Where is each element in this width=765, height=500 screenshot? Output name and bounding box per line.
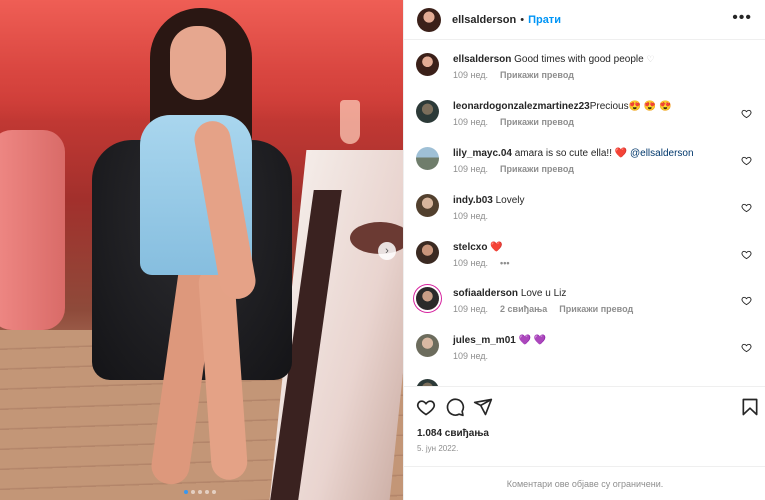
avatar	[416, 379, 439, 386]
comment-age: 109 нед.	[453, 258, 489, 268]
carousel-dot	[205, 490, 209, 494]
comment-username[interactable]: ellsalderson	[453, 54, 511, 65]
carousel-dot	[212, 490, 216, 494]
post-actions: 1.084 свиђања 5. јун 2022.	[404, 386, 765, 466]
avatar[interactable]	[416, 53, 439, 76]
comment-username[interactable]: sofiaalderson	[453, 288, 518, 299]
comment-age: 109 нед.	[453, 70, 489, 80]
list-item: stelcxo ❤️ 109 нед. •••	[416, 241, 756, 277]
post-photo[interactable]: ›	[0, 0, 403, 500]
avatar[interactable]	[416, 147, 439, 170]
comment-username[interactable]: indy.b03	[453, 195, 493, 206]
like-heart-icon[interactable]	[741, 155, 752, 166]
comment-text: Lovely	[495, 195, 525, 206]
comments-list[interactable]: ellsalderson Good times with good people…	[404, 41, 765, 386]
comment-text: Precious😍 😍 😍	[589, 101, 672, 112]
comment-text: 💜 💜	[518, 335, 547, 346]
comment-username[interactable]: jules_m_m01	[453, 335, 516, 346]
likes-count[interactable]: 1.084 свиђања	[417, 428, 489, 439]
avatar[interactable]	[416, 100, 439, 123]
header-separator: •	[520, 13, 525, 26]
caption: ellsalderson Good times with good people…	[416, 53, 756, 89]
like-heart-icon[interactable]	[741, 202, 752, 213]
translate-link[interactable]: Прикажи превод	[500, 70, 574, 80]
comment-text: Love u Liz	[520, 288, 567, 299]
comment-username[interactable]: stelcxo	[453, 242, 487, 253]
carousel-dot	[184, 490, 188, 494]
carousel-dot	[198, 490, 202, 494]
like-heart-icon[interactable]	[416, 397, 436, 417]
carousel-dot	[191, 490, 195, 494]
pink-sofa	[0, 130, 65, 330]
list-item: indy.b03 Lovely 109 нед.	[416, 194, 756, 230]
comment-age: 109 нед.	[453, 164, 489, 174]
more-options-icon[interactable]: •••	[732, 10, 752, 26]
carousel-dots	[184, 490, 216, 494]
comment-options-icon[interactable]: •••	[500, 258, 509, 268]
list-item: lily_mayc.04 amara is so cute ella!! ❤️ …	[416, 147, 756, 183]
like-heart-icon[interactable]	[741, 295, 752, 306]
comment-age: 109 нед.	[453, 117, 489, 127]
post-side-panel: ellsalderson • Прати ••• ellsalderson Go…	[403, 0, 765, 500]
list-item-partial	[416, 379, 756, 386]
like-heart-icon[interactable]	[741, 342, 752, 353]
translate-link[interactable]: Прикажи превод	[500, 164, 574, 174]
post-header: ellsalderson • Прати •••	[404, 0, 765, 40]
comment-age: 109 нед.	[453, 304, 489, 314]
list-item: sofiaalderson Love u Liz 109 нед. 2 свиђ…	[416, 287, 756, 323]
comment-text: ❤️	[490, 242, 503, 253]
avatar[interactable]	[416, 194, 439, 217]
white-heart-icon: ♡	[646, 54, 655, 64]
person-face	[170, 26, 226, 100]
follow-button[interactable]: Прати	[528, 14, 561, 26]
comment-likes[interactable]: 2 свиђања	[500, 304, 547, 314]
comments-limited-notice: Коментари ове објаве су ограничени.	[404, 466, 765, 500]
like-heart-icon[interactable]	[741, 108, 752, 119]
share-icon[interactable]	[473, 397, 493, 417]
post-username[interactable]: ellsalderson	[452, 14, 516, 26]
mention-link[interactable]: @ellsalderson	[630, 148, 694, 159]
like-heart-icon[interactable]	[741, 249, 752, 260]
avatar[interactable]	[416, 287, 439, 310]
avatar[interactable]	[416, 241, 439, 264]
caption-text: Good times with good people	[514, 54, 644, 65]
list-item: jules_m_m01 💜 💜 109 нед.	[416, 334, 756, 370]
comment-username[interactable]: lily_mayc.04	[453, 148, 512, 159]
post-date: 5. јун 2022.	[417, 444, 459, 453]
comment-age: 109 нед.	[453, 351, 489, 361]
comment-username[interactable]: leonardogonzalezmartinez23	[453, 101, 590, 112]
avatar[interactable]	[417, 7, 441, 32]
translate-link[interactable]: Прикажи превод	[559, 304, 633, 314]
avatar[interactable]	[416, 334, 439, 357]
next-slide-button[interactable]: ›	[378, 242, 396, 260]
comment-icon[interactable]	[445, 397, 465, 417]
bookmark-icon[interactable]	[740, 397, 760, 417]
comment-age: 109 нед.	[453, 211, 489, 221]
cocktail-glass	[340, 100, 360, 144]
comment-text: amara is so cute ella!! ❤️	[514, 148, 628, 159]
translate-link[interactable]: Прикажи превод	[500, 117, 574, 127]
list-item: leonardogonzalezmartinez23Precious😍 😍 😍 …	[416, 100, 756, 136]
